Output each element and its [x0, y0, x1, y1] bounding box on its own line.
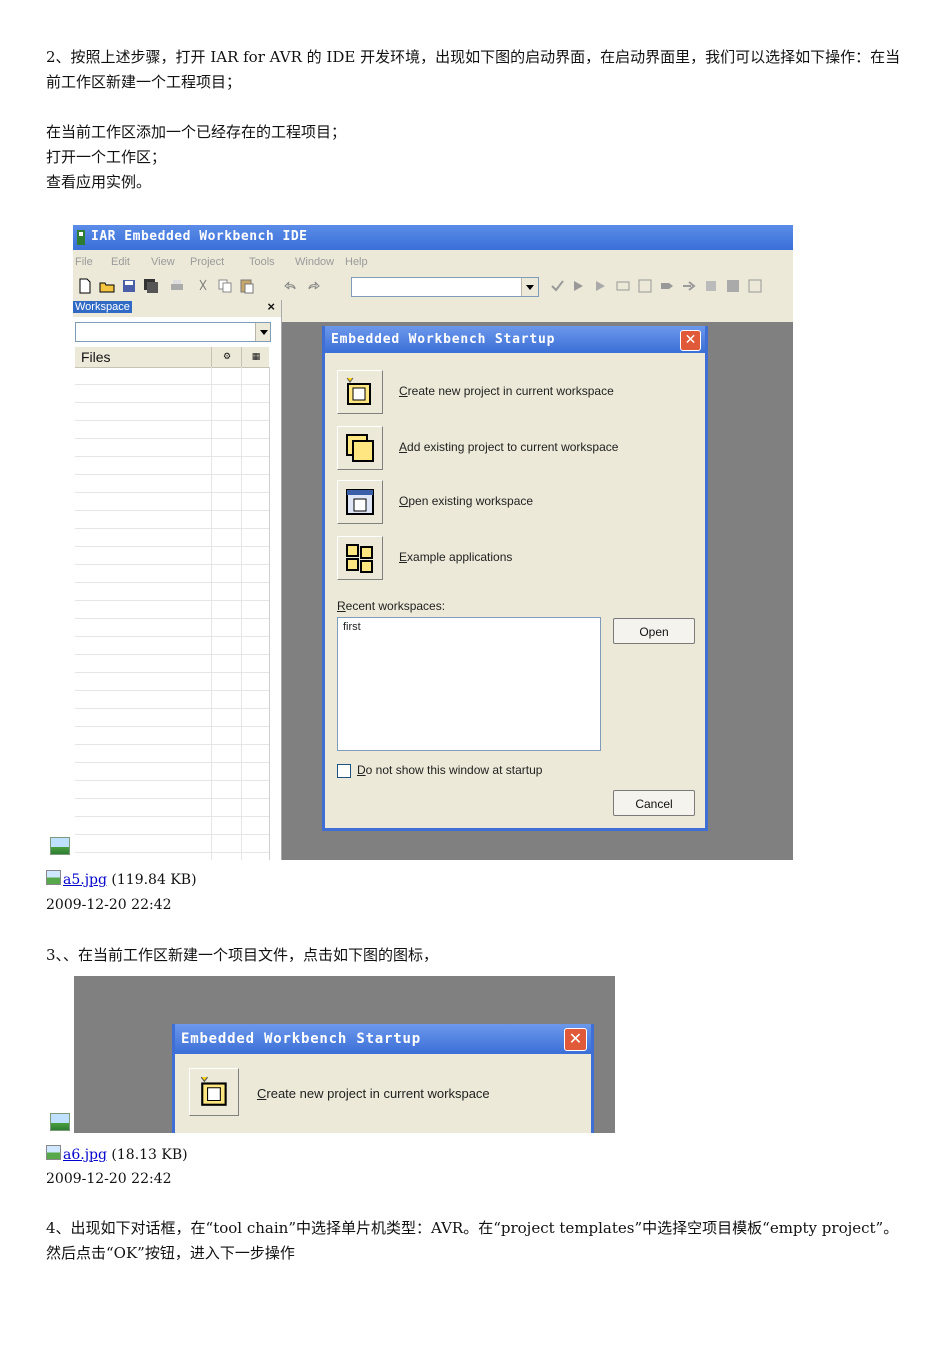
create-project-icon	[346, 377, 371, 405]
menu-edit[interactable]: Edit	[111, 256, 130, 268]
workspace-header: Workspace ×	[73, 299, 281, 317]
find-combo[interactable]	[351, 277, 539, 297]
attachment-1-size: (119.84 KB)	[111, 872, 197, 888]
save-icon[interactable]	[121, 278, 137, 294]
find-prev-icon[interactable]	[593, 278, 609, 294]
image-placeholder-icon-2	[50, 1113, 70, 1131]
recent-workspace-item[interactable]: first	[343, 621, 361, 633]
redo-icon[interactable]	[305, 278, 321, 294]
open-folder-icon[interactable]	[99, 278, 115, 294]
menu-project[interactable]: Project	[190, 256, 224, 268]
print-icon[interactable]	[169, 278, 185, 294]
files-header: Files ⚙ ▦	[75, 347, 269, 368]
files-column-header[interactable]: Files	[81, 349, 111, 365]
save-all-icon[interactable]	[143, 278, 159, 294]
crop-create-project-button[interactable]	[189, 1068, 239, 1116]
editor-tab-strip	[282, 300, 793, 322]
open-workspace-icon	[346, 489, 374, 515]
replace-icon[interactable]	[615, 278, 631, 294]
new-file-icon[interactable]	[77, 278, 93, 294]
add-existing-project-label[interactable]: Add existing project to current workspac…	[399, 440, 618, 454]
cut-icon[interactable]	[195, 278, 211, 294]
files-grid	[75, 367, 269, 860]
step3-paragraph: 3、、在当前工作区新建一个项目文件，点击如下图的图标，	[46, 946, 439, 964]
example-applications-label[interactable]: Example applications	[399, 550, 512, 564]
example-applications-button[interactable]	[337, 536, 383, 580]
create-new-project-button[interactable]	[337, 370, 383, 414]
step4-paragraph: 4、出现如下对话框，在“tool chain”中选择单片机类型：AVR。在“pr…	[46, 1219, 899, 1262]
crop-dialog-close-icon[interactable]: ✕	[564, 1028, 587, 1051]
step2-item-examples: 查看应用实例。	[46, 173, 152, 191]
crop-create-project-icon	[200, 1076, 227, 1106]
build-column-icon[interactable]: ▦	[241, 347, 270, 367]
dont-show-label[interactable]: Do not show this window at startup	[357, 763, 542, 777]
open-existing-workspace-label[interactable]: Open existing workspace	[399, 494, 533, 508]
workspace-config-combo[interactable]	[75, 322, 271, 342]
ide-window-title: IAR Embedded Workbench IDE	[91, 229, 308, 244]
cancel-button[interactable]: Cancel	[613, 790, 695, 816]
check-icon[interactable]	[549, 278, 565, 294]
step2-item-open-workspace: 打开一个工作区；	[46, 148, 167, 166]
copy-icon[interactable]	[217, 278, 233, 294]
crop-dialog-title: Embedded Workbench Startup	[181, 1031, 421, 1047]
recent-workspaces-list[interactable]: first	[337, 617, 601, 751]
open-existing-workspace-button[interactable]	[337, 480, 383, 524]
step2-item-add-existing: 在当前工作区添加一个已经存在的工程项目；	[46, 123, 347, 141]
example-applications-icon	[346, 544, 373, 573]
undo-icon[interactable]	[283, 278, 299, 294]
startup-crop-screenshot: Embedded Workbench Startup ✕ Create new …	[74, 976, 615, 1133]
dialog-close-icon[interactable]: ✕	[680, 330, 701, 351]
iar-app-icon	[77, 230, 85, 245]
crop-startup-dialog: Embedded Workbench Startup ✕ Create new …	[172, 1024, 594, 1133]
attachment-1: a5.jpg (119.84 KB)	[46, 868, 197, 893]
workspace-title: Workspace	[73, 301, 132, 313]
ide-screenshot: IAR Embedded Workbench IDE File Edit Vie…	[73, 225, 793, 860]
add-existing-project-button[interactable]	[337, 426, 383, 470]
crop-dialog-titlebar: Embedded Workbench Startup ✕	[175, 1024, 591, 1054]
startup-dialog: Embedded Workbench Startup ✕ Create new …	[322, 326, 708, 831]
workspace-close-icon[interactable]: ×	[267, 299, 275, 314]
menu-file[interactable]: File	[75, 256, 93, 268]
dont-show-checkbox[interactable]	[337, 764, 351, 778]
debug-icon[interactable]	[747, 278, 763, 294]
next-bookmark-icon[interactable]	[681, 278, 697, 294]
crop-create-project-label[interactable]: Create new project in current workspace	[257, 1086, 490, 1101]
make-icon[interactable]	[725, 278, 741, 294]
startup-dialog-titlebar: Embedded Workbench Startup ✕	[325, 326, 705, 353]
attachment-1-link[interactable]: a5.jpg	[63, 872, 107, 888]
options-column-icon[interactable]: ⚙	[211, 347, 242, 367]
attachment-image-icon-2	[46, 1145, 61, 1160]
attachment-image-icon	[46, 870, 61, 885]
bookmark-icon[interactable]	[659, 278, 675, 294]
attachment-2-date: 2009-12-20 22:42	[46, 1171, 172, 1187]
image-placeholder-icon	[50, 837, 70, 855]
workspace-combo-dropdown-icon[interactable]	[255, 323, 270, 341]
menu-window[interactable]: Window	[295, 256, 334, 268]
attachment-2: a6.jpg (18.13 KB)	[46, 1143, 188, 1168]
create-new-project-label[interactable]: Create new project in current workspace	[399, 384, 614, 398]
ide-menubar: File Edit View Project Tools Window Help	[73, 250, 793, 274]
workspace-panel: Workspace × Files ⚙ ▦	[73, 299, 282, 860]
menu-view[interactable]: View	[151, 256, 175, 268]
recent-workspaces-label: Recent workspaces:	[337, 599, 446, 613]
ide-toolbar	[73, 274, 793, 301]
step2-paragraph: 2、按照上述步骤，打开 IAR for AVR 的 IDE 开发环境，出现如下图…	[46, 48, 901, 91]
find-combo-dropdown-icon[interactable]	[521, 278, 538, 296]
paste-icon[interactable]	[239, 278, 255, 294]
find-next-icon[interactable]	[571, 278, 587, 294]
attachment-2-size: (18.13 KB)	[111, 1147, 188, 1163]
compile-icon[interactable]	[703, 278, 719, 294]
attachment-1-date: 2009-12-20 22:42	[46, 897, 172, 913]
attachment-2-link[interactable]: a6.jpg	[63, 1147, 107, 1163]
open-button[interactable]: Open	[613, 618, 695, 644]
menu-tools[interactable]: Tools	[249, 256, 275, 268]
startup-dialog-title: Embedded Workbench Startup	[331, 332, 556, 347]
add-project-icon	[346, 434, 374, 462]
goto-icon[interactable]	[637, 278, 653, 294]
menu-help[interactable]: Help	[345, 256, 368, 268]
ide-titlebar: IAR Embedded Workbench IDE	[73, 225, 793, 250]
